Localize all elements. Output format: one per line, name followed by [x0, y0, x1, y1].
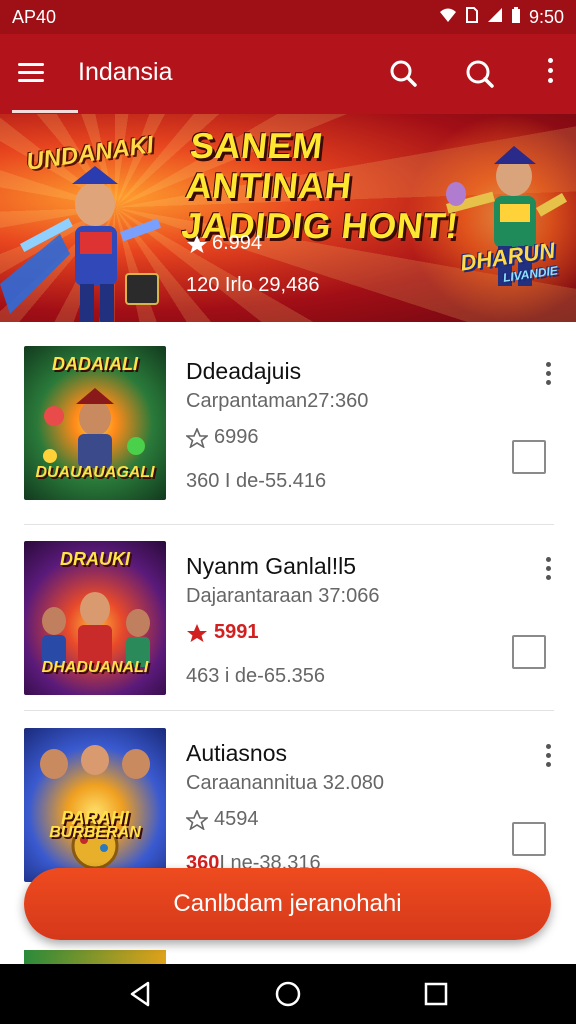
- more-vert-icon: [545, 557, 551, 562]
- app-thumbnail: DADAIALI DUAUAUAGALI: [24, 346, 166, 500]
- app-title: Indansia: [78, 58, 173, 86]
- signal-icon: [487, 7, 503, 28]
- list-item[interactable]: DADAIALI DUAUAUAGALI Ddeadajuis Carpanta…: [0, 328, 576, 506]
- more-vert-button[interactable]: [542, 58, 558, 92]
- star-outline-icon: [186, 809, 208, 830]
- wifi-icon: [439, 7, 457, 28]
- item-more-button[interactable]: [542, 557, 554, 583]
- tab-indicator: [12, 110, 78, 113]
- menu-icon: [18, 63, 44, 66]
- app-size: 360 I de-55.416: [186, 470, 327, 492]
- app-developer: Carpantaman27:360: [186, 390, 369, 412]
- app-name: Autiasnos: [186, 740, 288, 766]
- list-item[interactable]: PARAHI BURBERAN Autiasnos Caraanannitua …: [0, 710, 576, 888]
- item-more-button[interactable]: [542, 744, 554, 770]
- home-button[interactable]: [272, 978, 304, 1010]
- item-checkbox[interactable]: [512, 822, 546, 856]
- more-vert-icon: [547, 58, 553, 63]
- more-vert-icon: [545, 744, 551, 749]
- app-size: 463 i de-65.356: [186, 665, 326, 687]
- status-bar: AP40 9:50: [0, 0, 576, 34]
- star-outline-icon: [186, 427, 208, 448]
- app-name: Ddeadajuis: [186, 358, 302, 384]
- search-icon: [390, 60, 417, 87]
- home-icon: [275, 981, 301, 1007]
- status-time: 9:50: [528, 7, 564, 27]
- app-name: Nyanm Ganlal!l5: [186, 553, 357, 579]
- more-vert-icon: [545, 362, 551, 367]
- app-developer: Dajarantaraan 37:066: [186, 585, 380, 607]
- recents-button[interactable]: [420, 978, 452, 1010]
- status-carrier: AP40: [12, 7, 57, 27]
- banner-rating: 6.994: [186, 232, 262, 255]
- back-button[interactable]: [124, 978, 156, 1010]
- search-button-secondary[interactable]: [460, 54, 500, 94]
- item-more-button[interactable]: [542, 362, 554, 388]
- app-rating: 6996: [186, 426, 259, 449]
- list-item[interactable]: DRAUKI DHADUANALI Nyanm Ganlal!l5 Dajara…: [0, 523, 576, 701]
- next-item-thumbnail: [24, 950, 166, 964]
- item-checkbox[interactable]: [512, 635, 546, 669]
- primary-action-button[interactable]: Canlbdam jeranohahi: [24, 868, 551, 940]
- app-thumbnail: DRAUKI DHADUANALI: [24, 541, 166, 695]
- app-rating: 4594: [186, 808, 259, 831]
- menu-button[interactable]: [18, 58, 50, 88]
- hero-character-right: [446, 146, 567, 286]
- app-bar: Indansia: [0, 34, 576, 114]
- system-nav-bar: [0, 964, 576, 1024]
- app-thumbnail: PARAHI BURBERAN: [24, 728, 166, 882]
- banner-downloads: 120 Irlo 29,486: [186, 274, 320, 296]
- featured-banner[interactable]: UNDANAKI SANEM ANTINAH JADIDIG HONT! 6.9…: [0, 114, 576, 322]
- status-icons: 9:50: [439, 6, 564, 29]
- sim-icon: [465, 7, 479, 28]
- battery-icon: [511, 6, 521, 29]
- item-checkbox[interactable]: [512, 440, 546, 474]
- star-filled-icon: [187, 623, 207, 642]
- app-developer: Caraanannitua 32.080: [186, 772, 384, 794]
- recents-icon: [424, 982, 448, 1006]
- back-icon: [130, 981, 150, 1007]
- app-rating: 5991: [186, 621, 259, 644]
- search-icon: [466, 60, 494, 88]
- search-button[interactable]: [384, 54, 424, 94]
- star-icon: [187, 234, 207, 253]
